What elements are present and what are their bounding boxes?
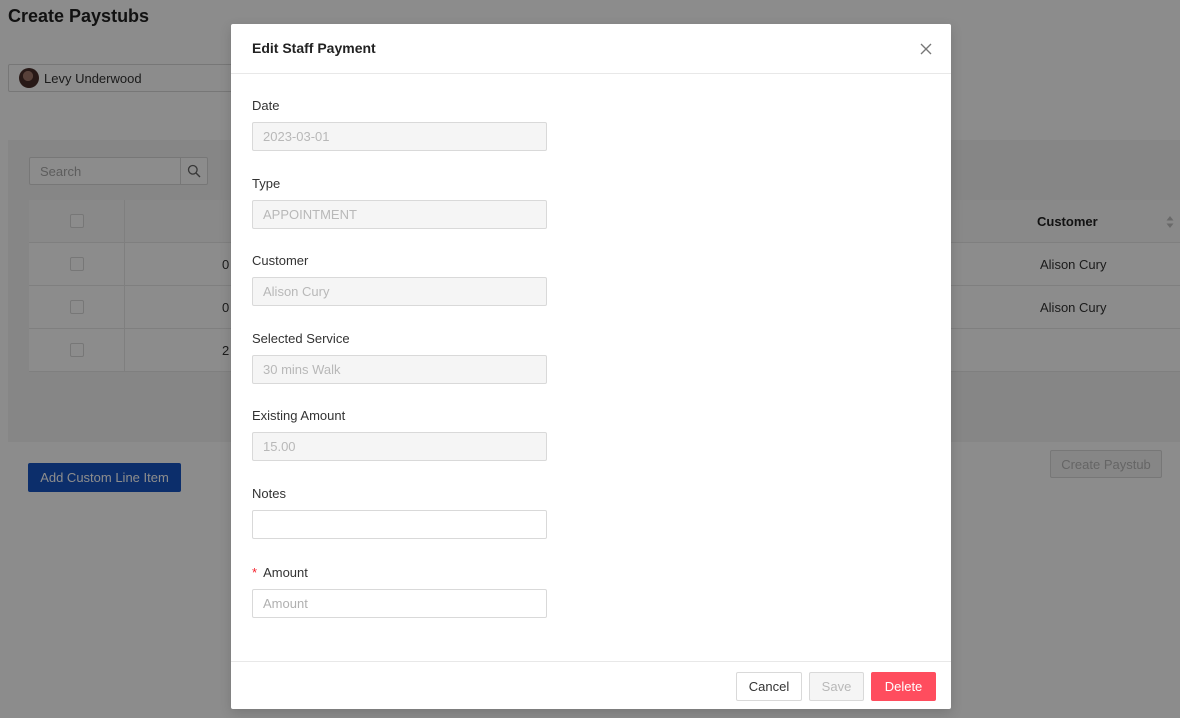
close-icon (920, 43, 932, 55)
date-field (252, 122, 547, 151)
modal-header: Edit Staff Payment (231, 24, 951, 74)
amount-label: * Amount (252, 565, 308, 580)
existing-amount-field (252, 432, 547, 461)
close-button[interactable] (913, 36, 939, 62)
save-button[interactable]: Save (809, 672, 864, 701)
selected-service-label: Selected Service (252, 331, 350, 346)
existing-amount-label: Existing Amount (252, 408, 346, 423)
customer-label: Customer (252, 253, 309, 268)
customer-field (252, 277, 547, 306)
selected-service-field (252, 355, 547, 384)
type-label: Type (252, 176, 281, 191)
notes-label: Notes (252, 486, 286, 501)
modal-title: Edit Staff Payment (252, 40, 376, 56)
cancel-button[interactable]: Cancel (736, 672, 802, 701)
modal-footer: Cancel Save Delete (231, 661, 951, 709)
edit-staff-payment-modal: Edit Staff Payment Date Type Customer Se… (231, 24, 951, 709)
date-label: Date (252, 98, 280, 113)
delete-button[interactable]: Delete (871, 672, 936, 701)
amount-label-text: Amount (263, 565, 308, 580)
type-field (252, 200, 547, 229)
notes-field[interactable] (252, 510, 547, 539)
amount-field[interactable] (252, 589, 547, 618)
required-mark: * (252, 565, 258, 580)
